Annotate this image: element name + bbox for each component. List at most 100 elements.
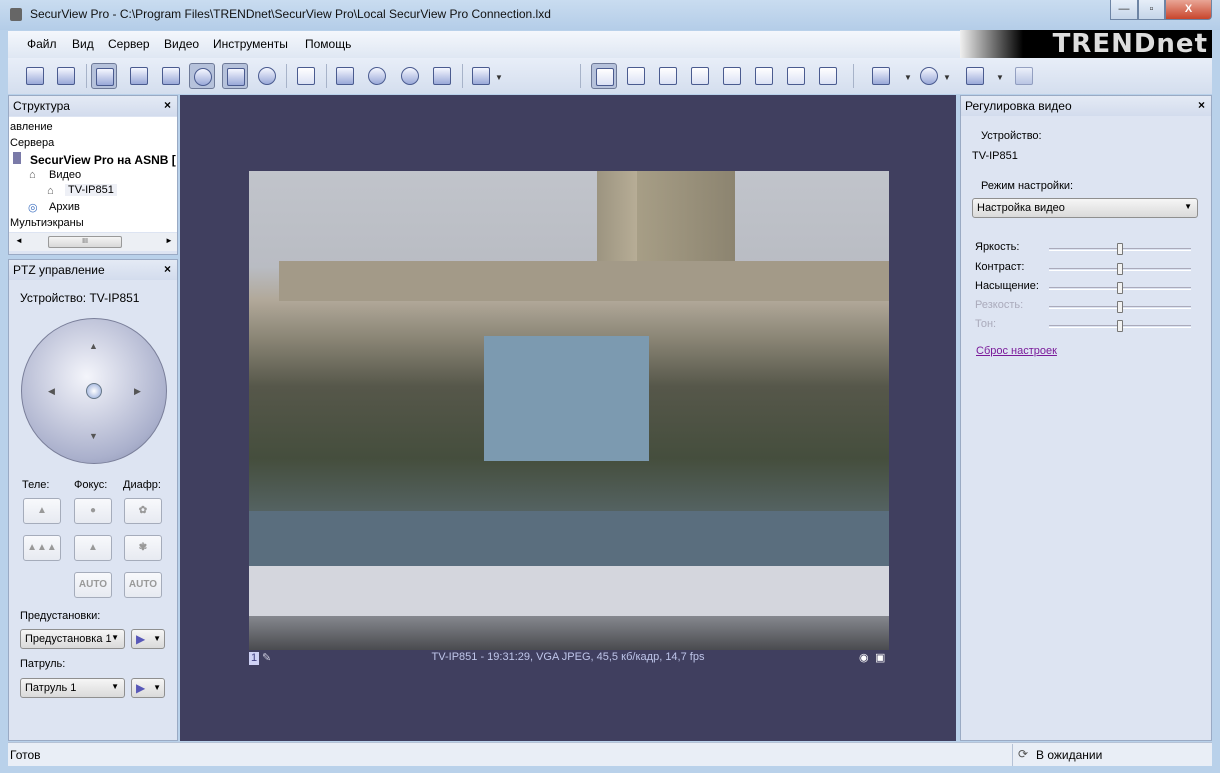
scroll-right-icon[interactable]: ► [165,236,173,245]
hand-icon[interactable]: ▼ [916,63,951,89]
pan-down-icon[interactable]: ▼ [89,431,98,441]
preset-select[interactable]: Предустановка 1 ▼ [20,629,125,649]
record-device-icon[interactable]: ▼ [468,63,503,89]
archive-icon[interactable] [254,63,280,89]
open-icon[interactable] [22,63,48,89]
slider-label: Контраст: [975,261,1025,273]
mode-value: Настройка видео [977,202,1065,214]
menu-tools[interactable]: Инструменты [213,37,288,51]
patrol-label: Патруль: [20,658,66,670]
preset-value: Предустановка 1 [25,633,112,645]
menu-help[interactable]: Помощь [305,37,351,51]
windows-icon[interactable] [1011,63,1037,89]
scroll-left-icon[interactable]: ◄ [15,236,23,245]
ptz-home-icon[interactable] [86,383,102,399]
minimize-button[interactable]: — [1110,0,1138,20]
search-icon[interactable] [126,63,152,89]
ptz-panel-icon[interactable] [189,63,215,89]
tree-item-video[interactable]: Видео [49,169,81,181]
layout-4-icon[interactable] [623,63,649,89]
pan-right-icon[interactable]: ▶ [134,386,141,397]
mode-select[interactable]: Настройка видео ▼ [972,198,1198,218]
connection-status: В ожидании [1036,748,1103,762]
layout-6-icon[interactable] [719,63,745,89]
menu-video[interactable]: Видео [164,37,199,51]
layout-9-icon[interactable] [655,63,681,89]
edit-icon[interactable] [158,63,184,89]
slider-label: Резкость: [975,299,1024,311]
idle-icon: ⟳ [1018,747,1029,761]
tree-item[interactable]: Сервера [10,137,54,149]
pan-left-icon[interactable]: ◀ [48,386,55,397]
export-icon[interactable] [429,63,455,89]
trendnet-logo: TRENDnet [960,30,1212,58]
structure-panel: Структура × авление Сервера SecurView Pro… [8,95,178,255]
patrol-select[interactable]: Патруль 1 ▼ [20,678,125,698]
layout-16-icon[interactable] [687,63,713,89]
globe-icon[interactable] [397,63,423,89]
slider-thumb[interactable] [1117,263,1123,275]
patrol-value: Патруль 1 [25,682,77,694]
focus-far-button[interactable]: ▲ [74,535,112,561]
zoom-in-button[interactable]: ▲ [23,498,61,524]
play-icon: ▶ [136,681,146,695]
focus-auto-button[interactable]: AUTO [74,572,112,598]
fullscreen-icon[interactable] [293,63,319,89]
connect-icon[interactable] [364,63,390,89]
slider-thumb [1117,320,1123,332]
pan-up-icon[interactable]: ▲ [89,341,98,351]
menu-view[interactable]: Вид [72,37,94,51]
layout-1-icon[interactable] [591,63,617,89]
tree-item-multiscreens[interactable]: Мультиэкраны [10,217,84,229]
close-ptz-icon[interactable]: × [164,262,171,276]
scroll-thumb[interactable]: III [48,236,122,248]
ptz-panel: PTZ управление × Устройство: TV-IP851 ▲ ▼… [8,259,178,741]
close-structure-icon[interactable]: × [164,98,171,112]
video-adjust-icon[interactable] [222,63,248,89]
close-video-adjust-icon[interactable]: × [1198,98,1205,112]
iris-auto-button[interactable]: AUTO [124,572,162,598]
save-icon[interactable] [53,63,79,89]
toolbar: ▼ ▼ ▼ ▼ [8,58,1212,94]
device-label: Устройство: [981,130,1042,142]
play-icon[interactable] [332,63,358,89]
layout-13-icon[interactable] [815,63,841,89]
camera-video-feed[interactable] [249,171,889,650]
video-adjust-panel: Регулировка видео × Устройство: TV-IP851 … [960,95,1212,741]
preset-go-button[interactable]: ▶ ▼ [131,629,165,649]
status-bar: Готов ⟳ В ожидании [8,742,1212,766]
layout-10-icon[interactable] [783,63,809,89]
chevron-down-icon: ▼ [1184,202,1192,211]
server-icon [13,152,21,164]
window-title: SecurView Pro - C:\Program Files\TRENDne… [30,7,551,21]
slider-thumb[interactable] [1117,282,1123,294]
iris-close-button[interactable]: ✾ [124,535,162,561]
refresh-icon[interactable]: ◉ [859,651,869,664]
tree-item[interactable]: авление [10,121,53,133]
zoom-out-button[interactable]: ▲▲▲ [23,535,61,561]
horizontal-scrollbar[interactable]: ◄ III ► [9,233,177,251]
motion-icon[interactable]: ▼ [962,63,1004,89]
reset-settings-link[interactable]: Сброс настроек [976,345,1057,357]
structure-panel-icon[interactable] [91,63,117,89]
status-text: Готов [10,748,41,762]
tree-item-camera[interactable]: TV-IP851 [65,184,117,196]
ptz-joystick[interactable]: ▲ ▼ ◀ ▶ [21,318,167,464]
lock-icon[interactable]: ▣ [875,651,885,664]
tree-item-archive[interactable]: Архив [49,201,80,213]
iris-open-button[interactable]: ✿ [124,498,162,524]
menu-file[interactable]: Файл [27,37,57,51]
ptz-title: PTZ управление [13,263,105,277]
patrol-go-button[interactable]: ▶ ▼ [131,678,165,698]
close-button[interactable]: X [1165,0,1212,20]
maximize-button[interactable]: ▫ [1138,0,1165,20]
snapshot-icon[interactable]: ▼ [868,63,912,89]
focus-near-button[interactable]: ● [74,498,112,524]
tree-item-server[interactable]: SecurView Pro на ASNB [ [30,153,176,167]
slider-thumb[interactable] [1117,243,1123,255]
layout-8-icon[interactable] [751,63,777,89]
menu-server[interactable]: Сервер [108,37,150,51]
presets-label: Предустановки: [20,610,101,622]
slider-label: Яркость: [975,241,1020,253]
app-icon [10,8,22,21]
